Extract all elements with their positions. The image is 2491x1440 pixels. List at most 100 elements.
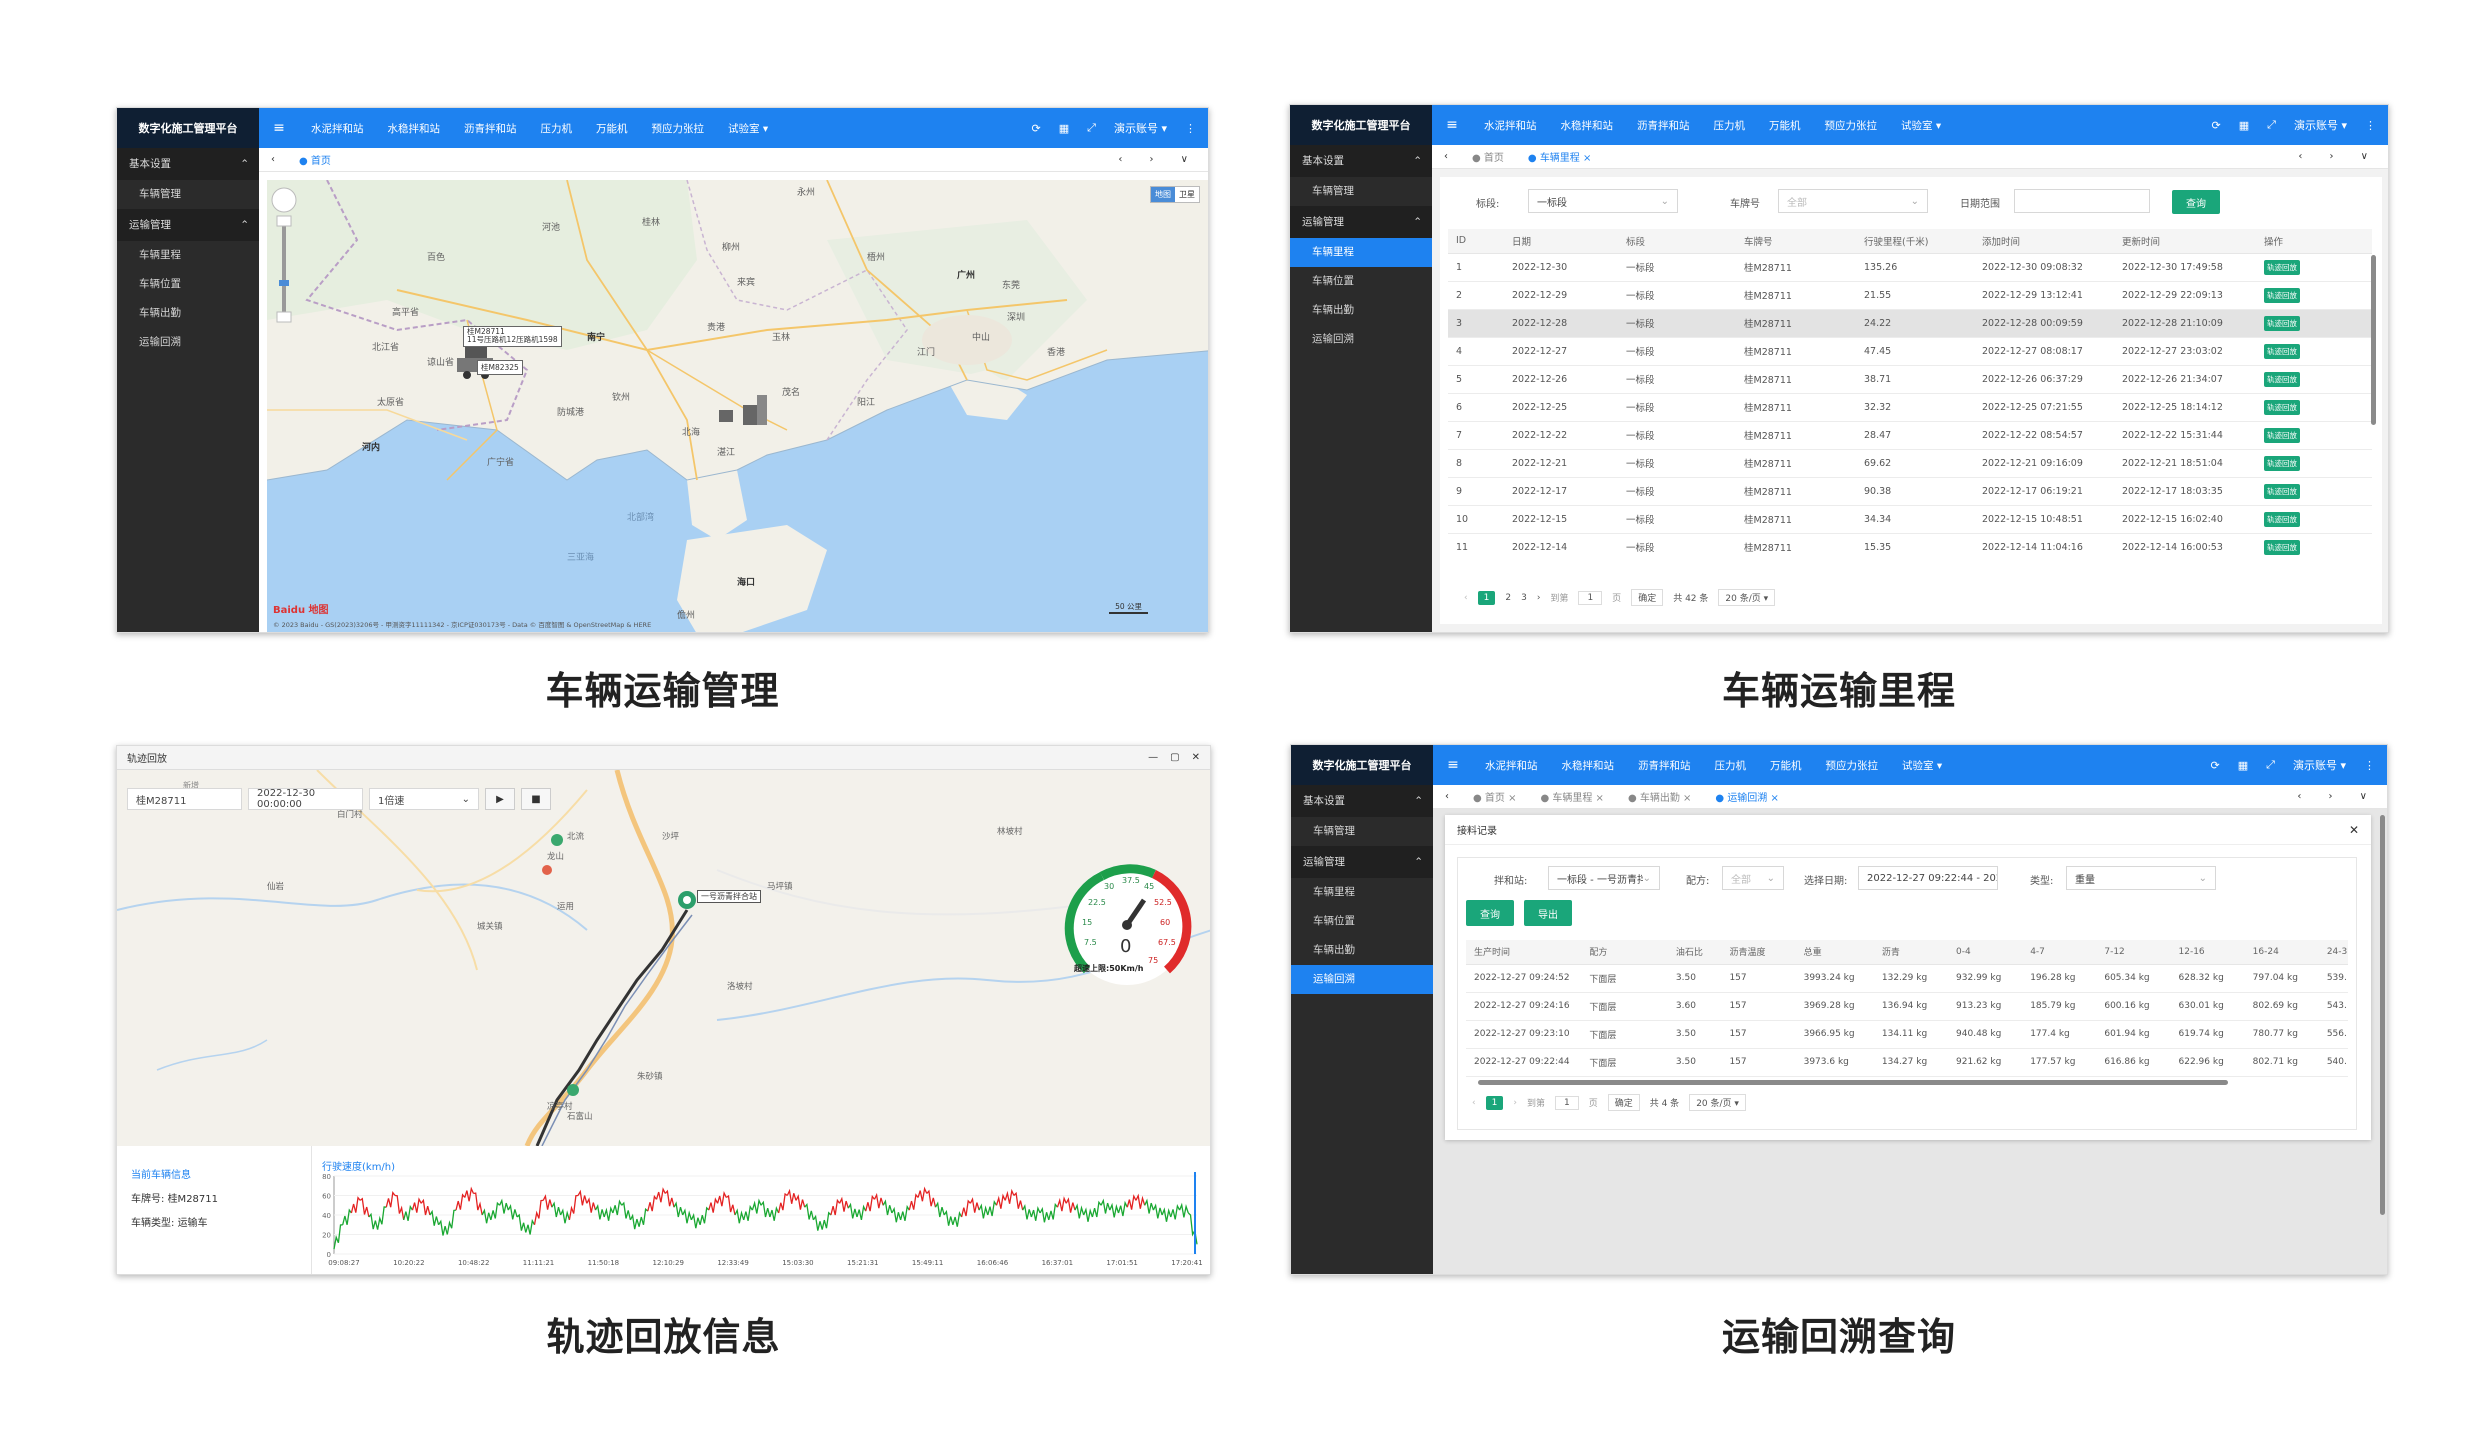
- tab-traceback[interactable]: ● 运输回溯 ×: [1703, 789, 1790, 804]
- page-size-select[interactable]: 20 条/页 ▾: [1718, 589, 1776, 606]
- col-plate[interactable]: 车牌号: [1736, 229, 1856, 254]
- sidebar-item-mileage[interactable]: 车辆里程: [117, 241, 259, 270]
- sidebar-item-mileage[interactable]: 车辆里程: [1290, 238, 1432, 267]
- query-button[interactable]: 查询: [2172, 190, 2220, 214]
- track-playback-button[interactable]: 轨迹回放: [2264, 315, 2300, 331]
- track-playback-button[interactable]: 轨迹回放: [2264, 539, 2300, 555]
- date-range-input[interactable]: [2014, 189, 2150, 213]
- start-time-input[interactable]: 2022-12-30 00:00:00: [248, 788, 363, 810]
- grid-icon[interactable]: ▦: [2238, 759, 2248, 772]
- baidu-map[interactable]: 桂林 梧州 广州 东莞 深圳 香港 南宁 钦州 北海 湛江 茂名 阳江 中山 江…: [267, 180, 1208, 632]
- date-range-input[interactable]: 2022-12-27 09:22:44 - 2022-: [1858, 866, 1998, 890]
- nav-stabilized-mixing[interactable]: 水稳拌和站: [1549, 118, 1626, 133]
- menu-toggle-icon[interactable]: ≡: [259, 120, 299, 136]
- plate-input[interactable]: 桂M28711: [127, 788, 242, 810]
- track-map[interactable]: 白门村 龙山 运用 北流 城关镇 沙坪 林坡村 凉亭村 石富山 洛坡村 马坪镇 …: [117, 770, 1210, 1146]
- tab-mileage[interactable]: ● 车辆里程 ×: [1528, 789, 1615, 804]
- table-row[interactable]: 2022-12-27 09:24:16 下面层 3.60 157 3969.28 kg 1…: [1466, 992, 2348, 1021]
- nav-asphalt-mixing[interactable]: 沥青拌和站: [1625, 118, 1702, 133]
- modal-close-icon[interactable]: ✕: [2349, 823, 2359, 837]
- more-icon[interactable]: ⋮: [2365, 119, 2376, 132]
- close-icon[interactable]: ✕: [1192, 752, 1200, 763]
- sidebar-item-traceback[interactable]: 运输回溯: [1290, 325, 1432, 354]
- col-asphalt-temp[interactable]: 沥青温度: [1721, 940, 1796, 965]
- menu-toggle-icon[interactable]: ≡: [1433, 757, 1473, 773]
- speed-select[interactable]: 1倍速 ⌄: [369, 788, 479, 810]
- track-playback-button[interactable]: 轨迹回放: [2264, 399, 2300, 415]
- col-created[interactable]: 添加时间: [1974, 229, 2114, 254]
- nav-lab-dropdown[interactable]: 试验室 ▾: [1889, 118, 1953, 133]
- horizontal-scrollbar[interactable]: [1478, 1080, 2228, 1085]
- tab-home[interactable]: ● 首页: [287, 152, 343, 167]
- fullscreen-icon[interactable]: ⤢: [2266, 758, 2275, 772]
- track-playback-button[interactable]: 轨迹回放: [2264, 287, 2300, 303]
- page-next-button[interactable]: ›: [1513, 1098, 1517, 1108]
- col-date[interactable]: 日期: [1504, 229, 1618, 254]
- sidebar-item-location[interactable]: 车辆位置: [1290, 267, 1432, 296]
- col-12-16[interactable]: 12-16: [2170, 940, 2245, 965]
- menu-toggle-icon[interactable]: ≡: [1432, 117, 1472, 133]
- sidebar-group-transport[interactable]: 运输管理 ⌃: [1290, 206, 1432, 238]
- track-playback-button[interactable]: 轨迹回放: [2264, 371, 2300, 387]
- table-row[interactable]: 7 2022-12-22 一标段 桂M28711 28.47 2022-12-22 08:…: [1448, 421, 2372, 450]
- user-menu[interactable]: 演示账号 ▾: [2293, 757, 2346, 773]
- nav-press[interactable]: 压力机: [1703, 758, 1759, 773]
- map-type-toggle[interactable]: 地图 卫星: [1150, 186, 1200, 203]
- section-select[interactable]: 一标段 ⌄: [1528, 189, 1678, 213]
- sidebar-item-traceback[interactable]: 运输回溯: [1291, 965, 1433, 994]
- col-7-12[interactable]: 7-12: [2096, 940, 2171, 965]
- col-4-7[interactable]: 4-7: [2022, 940, 2097, 965]
- nav-press[interactable]: 压力机: [529, 121, 585, 136]
- track-playback-button[interactable]: 轨迹回放: [2264, 343, 2300, 359]
- col-0-4[interactable]: 0-4: [1948, 940, 2023, 965]
- sidebar-item-attendance[interactable]: 车辆出勤: [1291, 936, 1433, 965]
- table-row[interactable]: 10 2022-12-15 一标段 桂M28711 34.34 2022-12-15 10…: [1448, 505, 2372, 534]
- type-select[interactable]: 重量 ⌄: [2066, 866, 2216, 890]
- tab-back-icon[interactable]: ‹: [259, 154, 287, 165]
- table-row[interactable]: 4 2022-12-27 一标段 桂M28711 47.45 2022-12-27 08:…: [1448, 337, 2372, 366]
- page-1-button[interactable]: 1: [1477, 590, 1496, 605]
- goto-input[interactable]: 1: [1554, 1095, 1579, 1110]
- table-scrollbar[interactable]: [2371, 255, 2376, 425]
- col-total[interactable]: 总重: [1795, 940, 1874, 965]
- refresh-icon[interactable]: ⟳: [1032, 122, 1041, 135]
- minimize-icon[interactable]: —: [1148, 752, 1158, 763]
- table-row[interactable]: 9 2022-12-17 一标段 桂M28711 90.38 2022-12-17 06:…: [1448, 477, 2372, 506]
- col-updated[interactable]: 更新时间: [2114, 229, 2256, 254]
- export-button[interactable]: 导出: [1524, 900, 1572, 926]
- goto-confirm-button[interactable]: 确定: [1607, 1094, 1640, 1111]
- tab-attendance[interactable]: ● 车辆出勤 ×: [1616, 789, 1703, 804]
- tab-back-icon[interactable]: ‹: [1433, 791, 1461, 802]
- tab-arrows[interactable]: ‹ › ∨: [1118, 154, 1208, 165]
- sidebar-item-location[interactable]: 车辆位置: [117, 270, 259, 299]
- col-oil-ratio[interactable]: 油石比: [1667, 940, 1722, 965]
- nav-asphalt-mixing[interactable]: 沥青拌和站: [1626, 758, 1703, 773]
- tab-arrows[interactable]: ‹ › ∨: [2298, 151, 2388, 162]
- sidebar-item-attendance[interactable]: 车辆出勤: [117, 299, 259, 328]
- map-type-satellite[interactable]: 卫星: [1175, 187, 1199, 202]
- tab-home[interactable]: ● 首页: [1460, 149, 1516, 164]
- table-row[interactable]: 2022-12-27 09:24:52 下面层 3.50 157 3993.24 kg 1…: [1466, 964, 2348, 993]
- track-playback-button[interactable]: 轨迹回放: [2264, 259, 2300, 275]
- nav-lab-dropdown[interactable]: 试验室 ▾: [1890, 758, 1954, 773]
- map-area[interactable]: 桂林 梧州 广州 东莞 深圳 香港 南宁 钦州 北海 湛江 茂名 阳江 中山 江…: [267, 180, 1208, 632]
- nav-prestress[interactable]: 预应力张拉: [1813, 118, 1890, 133]
- maximize-icon[interactable]: ▢: [1170, 752, 1179, 763]
- map-type-normal[interactable]: 地图: [1151, 187, 1175, 202]
- nav-prestress[interactable]: 预应力张拉: [640, 121, 717, 136]
- sidebar-item-location[interactable]: 车辆位置: [1291, 907, 1433, 936]
- play-button[interactable]: ▶: [485, 788, 515, 810]
- goto-input[interactable]: 1: [1578, 590, 1603, 605]
- table-row[interactable]: 3 2022-12-28 一标段 桂M28711 24.22 2022-12-28 00:…: [1448, 309, 2372, 338]
- table-row[interactable]: 2022-12-27 09:23:10 下面层 3.50 157 3966.95 kg 1…: [1466, 1020, 2348, 1049]
- mixer-select[interactable]: 一标段 - 一号沥青拌 ⌄: [1548, 866, 1660, 890]
- fullscreen-icon[interactable]: ⤢: [1087, 121, 1096, 135]
- page-2-button[interactable]: 2: [1505, 593, 1511, 603]
- sidebar-item-mileage[interactable]: 车辆里程: [1291, 878, 1433, 907]
- sidebar-group-basic[interactable]: 基本设置 ⌃: [117, 148, 259, 180]
- nav-stabilized-mixing[interactable]: 水稳拌和站: [376, 121, 453, 136]
- table-row[interactable]: 2022-12-27 09:22:44 下面层 3.50 157 3973.6 kg 13…: [1466, 1048, 2348, 1077]
- page-size-select[interactable]: 20 条/页 ▾: [1689, 1094, 1746, 1111]
- track-playback-button[interactable]: 轨迹回放: [2264, 511, 2300, 527]
- sidebar-group-transport[interactable]: 运输管理 ⌃: [1291, 846, 1433, 878]
